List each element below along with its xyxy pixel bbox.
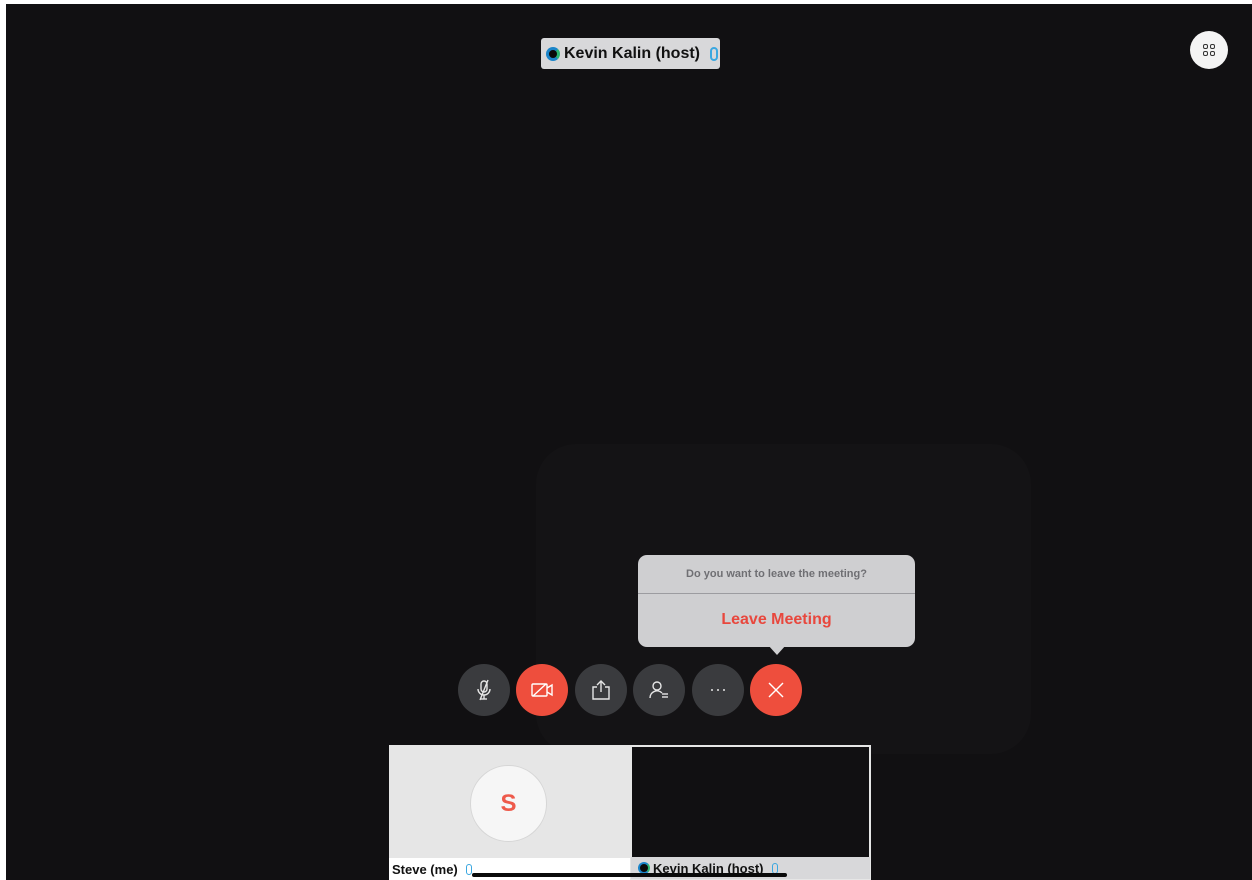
share-icon [592,680,610,700]
host-video [632,747,869,858]
video-toggle-button[interactable] [516,664,568,716]
mic-icon [771,862,778,874]
leave-question: Do you want to leave the meeting? [638,555,915,594]
meeting-stage: Kevin Kalin (host) Do you want to leave … [6,4,1252,880]
participant-thumbnails: S Steve (me) Kevin Kalin (host) [389,745,872,880]
speaker-status-icon [546,46,560,61]
mic-icon [710,46,719,61]
self-name: Steve (me) [392,861,458,877]
mic-icon [465,863,472,875]
more-button[interactable] [692,664,744,716]
layout-toggle-button[interactable] [1190,31,1228,69]
end-meeting-button[interactable] [750,664,802,716]
avatar: S [470,765,547,842]
leave-meeting-button[interactable]: Leave Meeting [638,594,915,646]
active-speaker-name: Kevin Kalin (host) [564,44,701,62]
active-speaker-label: Kevin Kalin (host) [541,38,720,69]
home-indicator [472,873,787,877]
popover-arrow [768,645,786,655]
mute-button[interactable] [458,664,510,716]
participants-button[interactable] [633,664,685,716]
self-tile[interactable]: S Steve (me) [389,745,630,880]
grid-layout-icon [1203,44,1215,56]
leave-meeting-popover: Do you want to leave the meeting? Leave … [638,555,915,655]
more-icon [711,689,725,691]
close-icon [768,682,784,698]
video-off-icon [531,683,553,697]
host-tile[interactable]: Kevin Kalin (host) [630,745,871,880]
share-button[interactable] [575,664,627,716]
participants-icon [649,681,668,699]
mic-muted-icon [477,679,491,701]
